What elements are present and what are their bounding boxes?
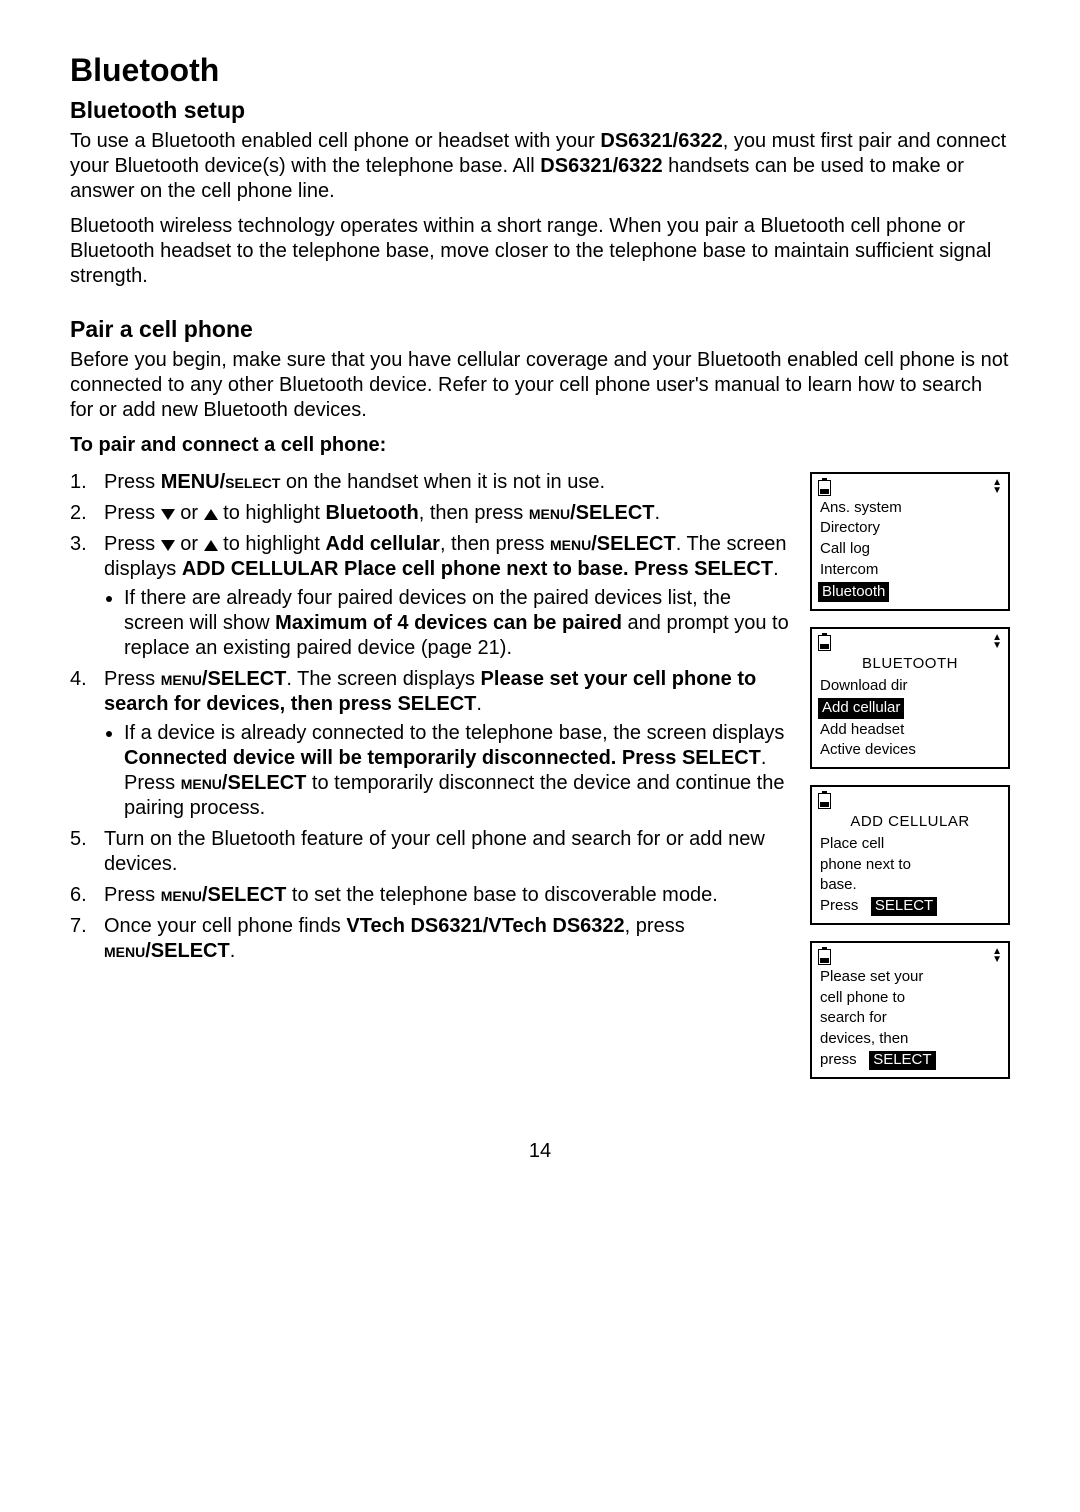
screen-main-menu: ▲▼ Ans. system Directory Call log Interc… xyxy=(810,472,1010,612)
updown-icon: ▲▼ xyxy=(992,948,1002,964)
battery-icon xyxy=(818,635,831,651)
subheading-to-pair: To pair and connect a cell phone: xyxy=(70,433,1010,458)
screen-title: BLUETOOTH xyxy=(818,655,1002,674)
step-6: Press menu/SELECT to set the telephone b… xyxy=(70,883,792,908)
up-arrow-icon xyxy=(204,509,218,520)
menu-item: Download dir xyxy=(818,676,1002,697)
down-arrow-icon xyxy=(161,509,175,520)
step-5: Turn on the Bluetooth feature of your ce… xyxy=(70,827,792,877)
screen-text: Press SELECT xyxy=(818,896,1002,917)
step-3: Press or to highlight Add cellular, then… xyxy=(70,532,792,661)
screen-add-cellular: ADD CELLULAR Place cell phone next to ba… xyxy=(810,785,1010,925)
menu-item-selected: Add cellular xyxy=(818,698,904,719)
updown-icon: ▲▼ xyxy=(992,634,1002,650)
up-arrow-icon xyxy=(204,540,218,551)
select-label: SELECT xyxy=(869,1051,935,1070)
menu-item: Ans. system xyxy=(818,498,1002,519)
updown-icon: ▲▼ xyxy=(992,479,1002,495)
menu-item: Active devices xyxy=(818,740,1002,761)
battery-icon xyxy=(818,480,831,496)
screen-text: cell phone to xyxy=(818,988,1002,1009)
step-4-bullet: If a device is already connected to the … xyxy=(124,721,792,821)
menu-item: Call log xyxy=(818,539,1002,560)
battery-icon xyxy=(818,949,831,965)
menu-item: Add headset xyxy=(818,720,1002,741)
page-title: Bluetooth xyxy=(70,50,1010,90)
screen-title: ADD CELLULAR xyxy=(818,813,1002,832)
para-setup-1: To use a Bluetooth enabled cell phone or… xyxy=(70,129,1010,204)
screen-text: search for xyxy=(818,1008,1002,1029)
screen-text: base. xyxy=(818,875,1002,896)
step-3-bullet: If there are already four paired devices… xyxy=(124,586,792,661)
steps-list: Press MENU/select on the handset when it… xyxy=(70,470,792,964)
screen-set-search: ▲▼ Please set your cell phone to search … xyxy=(810,941,1010,1079)
step-1: Press MENU/select on the handset when it… xyxy=(70,470,792,495)
menu-item: Directory xyxy=(818,518,1002,539)
menu-item: Intercom xyxy=(818,560,1002,581)
section-heading-setup: Bluetooth setup xyxy=(70,96,1010,125)
step-7: Once your cell phone finds VTech DS6321/… xyxy=(70,914,792,964)
screen-text: press SELECT xyxy=(818,1050,1002,1071)
screen-text: devices, then xyxy=(818,1029,1002,1050)
step-4: Press menu/SELECT. The screen displays P… xyxy=(70,667,792,821)
para-setup-2: Bluetooth wireless technology operates w… xyxy=(70,214,1010,289)
down-arrow-icon xyxy=(161,540,175,551)
page-number: 14 xyxy=(70,1139,1010,1164)
menu-item-selected: Bluetooth xyxy=(818,582,889,603)
select-label: SELECT xyxy=(871,897,937,916)
step-2: Press or to highlight Bluetooth, then pr… xyxy=(70,501,792,526)
screen-text: phone next to xyxy=(818,855,1002,876)
screen-bluetooth-menu: ▲▼ BLUETOOTH Download dir Add cellular A… xyxy=(810,627,1010,769)
screen-text: Place cell xyxy=(818,834,1002,855)
section-heading-pair: Pair a cell phone xyxy=(70,315,1010,344)
screen-text: Please set your xyxy=(818,967,1002,988)
battery-icon xyxy=(818,793,831,809)
para-pair-intro: Before you begin, make sure that you hav… xyxy=(70,348,1010,423)
